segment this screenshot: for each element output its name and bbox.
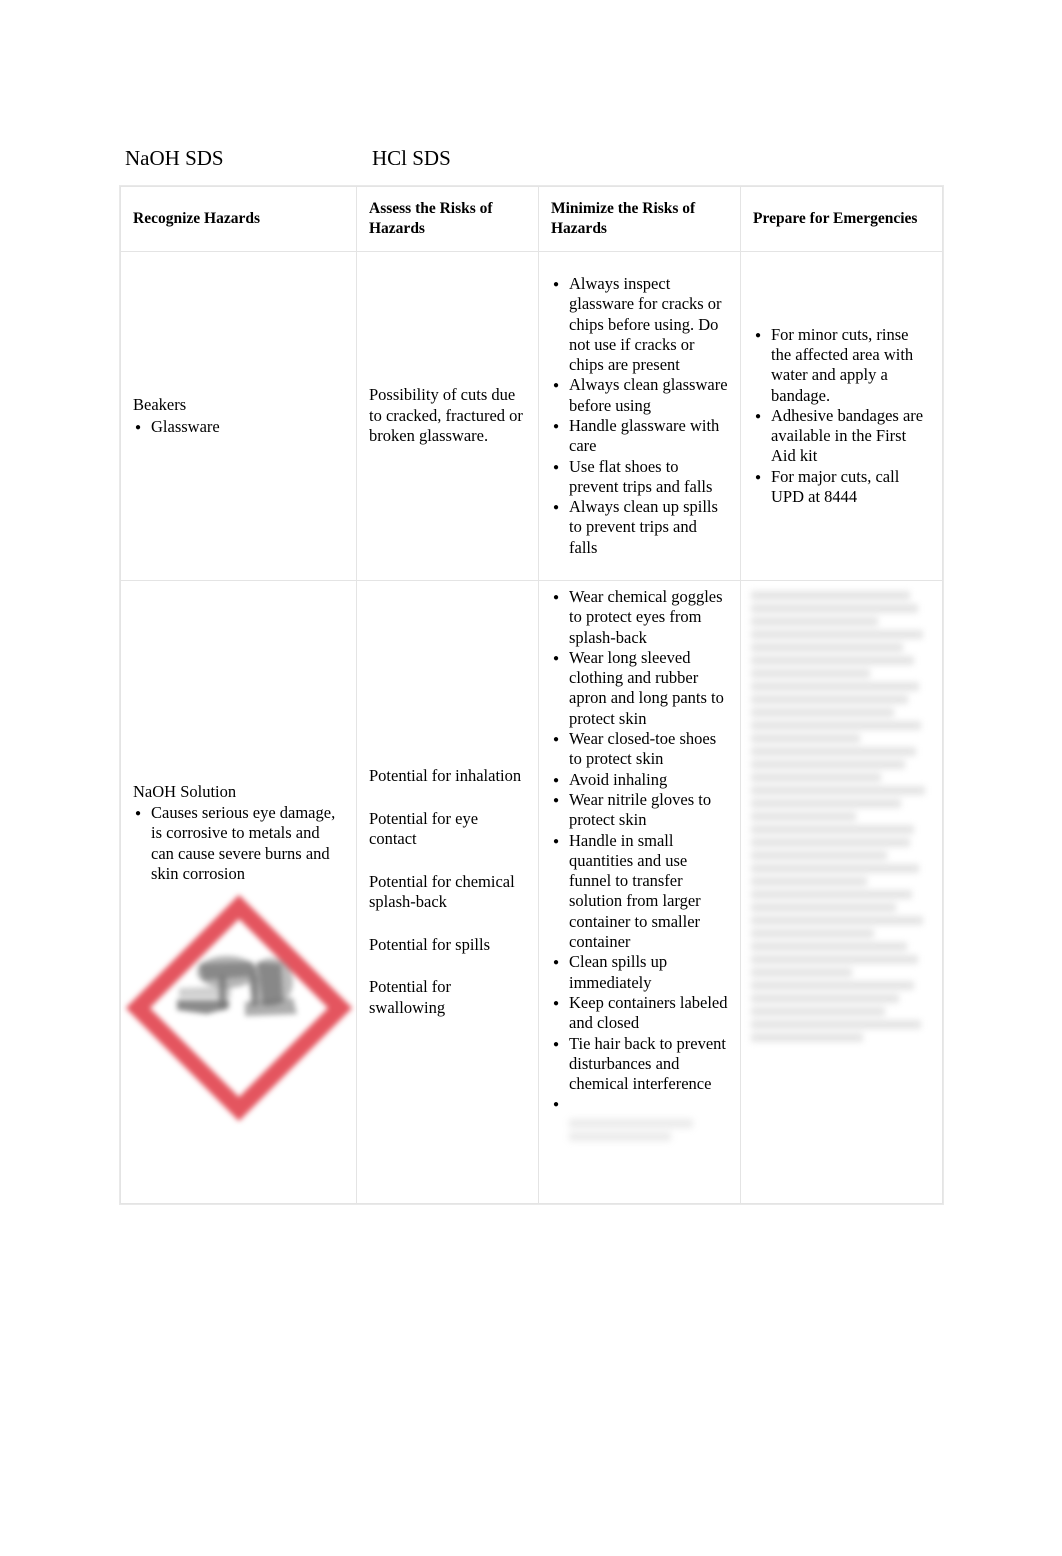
table-header-row: Recognize Hazards Assess the Risks of Ha… <box>120 186 943 252</box>
header-cell-prepare: Prepare for Emergencies <box>740 186 943 252</box>
list-item: Tie hair back to prevent disturbances an… <box>553 1034 728 1095</box>
header-label-prepare: Prepare for Emergencies <box>753 210 918 227</box>
minimize-bullet-list-beakers: Always inspect glassware for cracks or c… <box>551 274 728 558</box>
hazard-bullet-list-naoh: Causes serious eye damage, is corrosive … <box>133 803 344 884</box>
list-item: Adhesive bandages are available in the F… <box>755 406 930 467</box>
assess-text: Potential for chemical splash-back <box>369 871 515 912</box>
header-label-assess: Assess the Risks of Hazards <box>369 200 493 237</box>
hazard-title-naoh: NaOH Solution <box>133 781 237 801</box>
cell-minimize-naoh: Wear chemical goggles to protect eyes fr… <box>538 580 741 1204</box>
list-item: Avoid inhaling <box>553 770 728 791</box>
list-item: Glassware <box>135 417 344 438</box>
hazard-title-beakers: Beakers <box>133 395 187 415</box>
cell-prepare-beakers: For minor cuts, rinse the affected area … <box>740 251 943 581</box>
assess-text: Potential for swallowing <box>369 977 452 1017</box>
header-label-minimize: Minimize the Risks of Hazards <box>551 200 696 237</box>
list-item: Wear chemical goggles to protect eyes fr… <box>553 587 728 648</box>
list-item: Handle glassware with care <box>553 416 728 457</box>
list-item: Causes serious eye damage, is corrosive … <box>135 803 344 884</box>
list-item: Handle in small quantities and use funne… <box>553 831 728 953</box>
cell-minimize-beakers: Always inspect glassware for cracks or c… <box>538 251 741 581</box>
hazard-analysis-table: Recognize Hazards Assess the Risks of Ha… <box>120 186 943 1204</box>
cell-recognize-beakers: Beakers Glassware <box>120 251 357 581</box>
header-label-recognize: Recognize Hazards <box>133 210 260 227</box>
cell-prepare-naoh <box>740 580 943 1204</box>
ghs-corrosion-pictogram-wrap <box>125 895 353 1122</box>
hazard-bullet-list-beakers: Glassware <box>133 417 344 438</box>
minimize-bullet-list-naoh: Wear chemical goggles to protect eyes fr… <box>551 587 728 1142</box>
cell-recognize-naoh: NaOH Solution Causes serious eye damage,… <box>120 580 357 1204</box>
header-cell-assess: Assess the Risks of Hazards <box>356 186 539 252</box>
list-item: Wear long sleeved clothing and rubber ap… <box>553 648 728 729</box>
header-cell-minimize: Minimize the Risks of Hazards <box>538 186 741 252</box>
table-row: NaOH Solution Causes serious eye damage,… <box>120 580 943 1204</box>
list-item: For major cuts, call UPD at 8444 <box>755 467 930 508</box>
redacted-text <box>569 1097 640 1113</box>
assess-text: Potential for spills <box>369 934 490 954</box>
assess-text: Potential for inhalation <box>369 766 522 785</box>
list-item: Wear closed-toe shoes to protect skin <box>553 729 728 770</box>
ghs-corrosion-icon <box>125 895 353 1122</box>
header-cell-recognize: Recognize Hazards <box>120 186 357 252</box>
list-item: Use flat shoes to prevent trips and fall… <box>553 457 728 498</box>
list-item: Always clean glassware before using <box>553 375 728 416</box>
list-item: Wear nitrile gloves to protect skin <box>553 790 728 831</box>
sds-links-row: NaOH SDS HCl SDS <box>122 142 942 176</box>
list-item: Always inspect glassware for cracks or c… <box>553 274 728 375</box>
list-item: Keep containers labeled and closed <box>553 993 728 1034</box>
list-item: For minor cuts, rinse the affected area … <box>755 325 930 406</box>
table-row: Beakers Glassware Possibility of cuts du… <box>120 251 943 581</box>
assess-paragraph-list-naoh: Potential for inhalation Potential for e… <box>357 756 538 1028</box>
hcl-sds-link[interactable]: HCl SDS <box>372 144 451 172</box>
cell-assess-naoh: Potential for inhalation Potential for e… <box>356 580 539 1204</box>
corrosion-glyph-icon <box>177 956 297 1017</box>
assess-text: Potential for eye contact <box>369 808 479 849</box>
list-item: Clean spills up immediately <box>553 952 728 993</box>
document-page: NaOH SDS HCl SDS Recognize Hazards Asses… <box>0 0 1062 1556</box>
naoh-sds-link[interactable]: NaOH SDS <box>125 144 224 172</box>
prepare-bullet-list-beakers: For minor cuts, rinse the affected area … <box>753 325 930 508</box>
redacted-emergency-text <box>751 591 932 1042</box>
list-item: Always clean up spills to prevent trips … <box>553 497 728 558</box>
assess-text-beakers: Possibility of cuts due to cracked, frac… <box>369 385 523 446</box>
list-item-redacted <box>553 1094 728 1142</box>
cell-assess-beakers: Possibility of cuts due to cracked, frac… <box>356 251 539 581</box>
